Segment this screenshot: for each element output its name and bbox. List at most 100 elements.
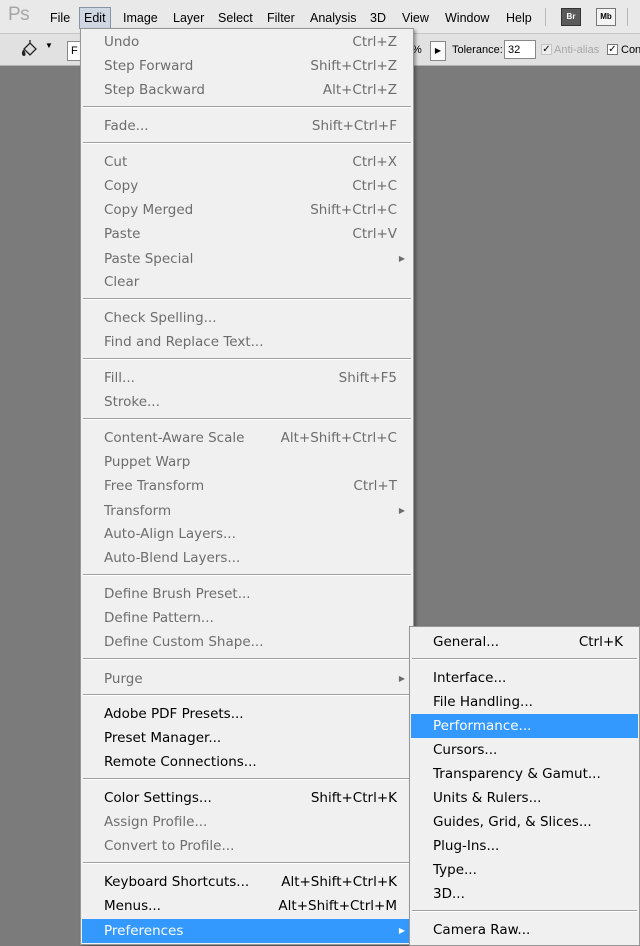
prefs-item-performance[interactable]: Performance... [411,714,638,738]
edit-menu-item-puppet-warp: Puppet Warp [82,450,412,474]
mini-bridge-button[interactable]: Mb [596,8,616,26]
edit-menu-item-paste-special: Paste Special ▶ [82,247,412,271]
prefs-item-type[interactable]: Type... [411,858,638,882]
edit-menu-item-convert-to-profile: Convert to Profile... [82,834,412,858]
edit-menu-item-assign-profile: Assign Profile... [82,810,412,834]
menu-layer[interactable]: Layer [169,8,208,28]
menu-item-label: Copy [104,178,139,194]
menu-item-label: Transparency & Gamut... [433,766,601,782]
submenu-arrow-icon: ▶ [398,254,405,263]
menu-analysis[interactable]: Analysis [306,8,361,28]
menu-item-shortcut: Ctrl+T [353,478,397,494]
prefs-item-guides-grid-and-slices[interactable]: Guides, Grid, & Slices... [411,810,638,834]
menu-item-label: Paste [104,226,141,242]
menu-item-shortcut: Shift+F5 [338,370,397,386]
edit-menu-item-color-settings[interactable]: Color Settings... Shift+Ctrl+K [82,786,412,810]
menu-item-label: Guides, Grid, & Slices... [433,814,592,830]
edit-menu-item-keyboard-shortcuts[interactable]: Keyboard Shortcuts... Alt+Shift+Ctrl+K [82,870,412,894]
menu-item-label: 3D... [433,886,465,902]
antialias-label: Anti-alias [554,44,600,56]
menu-item-shortcut: Shift+Ctrl+Z [310,58,397,74]
edit-menu-item-transform: Transform ▶ [82,499,412,523]
menu-item-shortcut: Shift+Ctrl+C [310,202,397,218]
menu-item-label: Performance... [433,718,532,734]
menu-item-label: Purge [104,671,143,687]
menu-separator [83,358,411,360]
menu-view[interactable]: View [398,8,433,28]
prefs-item-3d[interactable]: 3D... [411,882,638,906]
menu-item-label: Cursors... [433,742,498,758]
menu-item-label: Transform [104,503,172,519]
edit-menu-item-step-forward: Step Forward Shift+Ctrl+Z [82,54,412,78]
menu-3d[interactable]: 3D [366,8,390,28]
prefs-item-file-handling[interactable]: File Handling... [411,690,638,714]
menu-item-label: Puppet Warp [104,454,191,470]
edit-menu-item-copy-merged: Copy Merged Shift+Ctrl+C [82,198,412,222]
menu-separator [83,142,411,144]
menu-help[interactable]: Help [502,8,536,28]
menu-file[interactable]: File [46,8,74,28]
edit-menu-item-clear: Clear [82,270,412,294]
edit-menu-item-find-and-replace-text: Find and Replace Text... [82,330,412,354]
edit-menu-item-check-spelling: Check Spelling... [82,306,412,330]
edit-menu-item-fade: Fade... Shift+Ctrl+F [82,114,412,138]
menu-separator [83,862,411,864]
menu-item-label: Adobe PDF Presets... [104,706,244,722]
edit-menu-item-remote-connections[interactable]: Remote Connections... [82,750,412,774]
tolerance-input[interactable] [504,40,536,59]
prefs-item-camera-raw[interactable]: Camera Raw... [411,918,638,942]
edit-menu-item-copy: Copy Ctrl+C [82,174,412,198]
antialias-checkbox[interactable]: ✓ [541,44,552,55]
menu-item-label: Define Custom Shape... [104,634,264,650]
opacity-slider-arrow-icon[interactable]: ▶ [430,41,446,61]
menu-item-label: Assign Profile... [104,814,208,830]
edit-menu-item-fill: Fill... Shift+F5 [82,366,412,390]
prefs-item-cursors[interactable]: Cursors... [411,738,638,762]
tool-preset-dropdown-icon[interactable]: ▼ [45,41,53,50]
submenu-arrow-icon: ▶ [398,926,405,935]
menu-window[interactable]: Window [441,8,493,28]
menu-item-label: Free Transform [104,478,205,494]
menu-item-label: Preferences [104,923,184,939]
photoshop-logo: Ps [8,4,30,25]
menu-item-shortcut: Ctrl+Z [352,34,397,50]
menu-item-label: Color Settings... [104,790,212,806]
edit-menu-item-preset-manager[interactable]: Preset Manager... [82,726,412,750]
menu-item-label: Paste Special [104,251,194,267]
edit-menu-item-menus[interactable]: Menus... Alt+Shift+Ctrl+M [82,894,412,918]
contiguous-checkbox[interactable]: ✓ [607,44,618,55]
menu-item-shortcut: Ctrl+K [578,634,623,650]
menu-item-label: Step Backward [104,82,205,98]
menu-item-label: Content-Aware Scale [104,430,245,446]
contiguous-label: Con [621,44,640,56]
menu-image[interactable]: Image [119,8,162,28]
menu-item-label: Fill... [104,370,135,386]
menu-item-label: Menus... [104,898,161,914]
menu-item-label: Copy Merged [104,202,194,218]
menu-item-label: Check Spelling... [104,310,217,326]
prefs-item-transparency-and-gamut[interactable]: Transparency & Gamut... [411,762,638,786]
menu-item-shortcut: Alt+Shift+Ctrl+C [280,430,397,446]
prefs-item-units-and-rulers[interactable]: Units & Rulers... [411,786,638,810]
edit-menu-item-purge: Purge ▶ [82,667,412,691]
prefs-item-plug-ins[interactable]: Plug-Ins... [411,834,638,858]
menu-filter[interactable]: Filter [263,8,299,28]
menu-item-label: Fade... [104,118,149,134]
menu-item-label: Convert to Profile... [104,838,235,854]
menu-separator [83,574,411,576]
tolerance-label: Tolerance: [452,44,503,56]
edit-menu-item-preferences[interactable]: Preferences ▶ [82,919,412,943]
submenu-arrow-icon: ▶ [398,506,405,515]
prefs-item-general[interactable]: General... Ctrl+K [411,630,638,654]
menu-item-label: Preset Manager... [104,730,222,746]
menu-select[interactable]: Select [214,8,257,28]
paint-bucket-icon[interactable] [20,40,40,63]
menu-item-label: Auto-Blend Layers... [104,550,241,566]
menu-edit[interactable]: Edit [79,7,111,29]
edit-menu-item-adobe-pdf-presets[interactable]: Adobe PDF Presets... [82,702,412,726]
edit-menu-item-define-brush-preset: Define Brush Preset... [82,582,412,606]
menu-item-label: Cut [104,154,128,170]
menu-item-shortcut: Alt+Ctrl+Z [322,82,397,98]
bridge-button[interactable]: Br [561,8,581,26]
prefs-item-interface[interactable]: Interface... [411,666,638,690]
